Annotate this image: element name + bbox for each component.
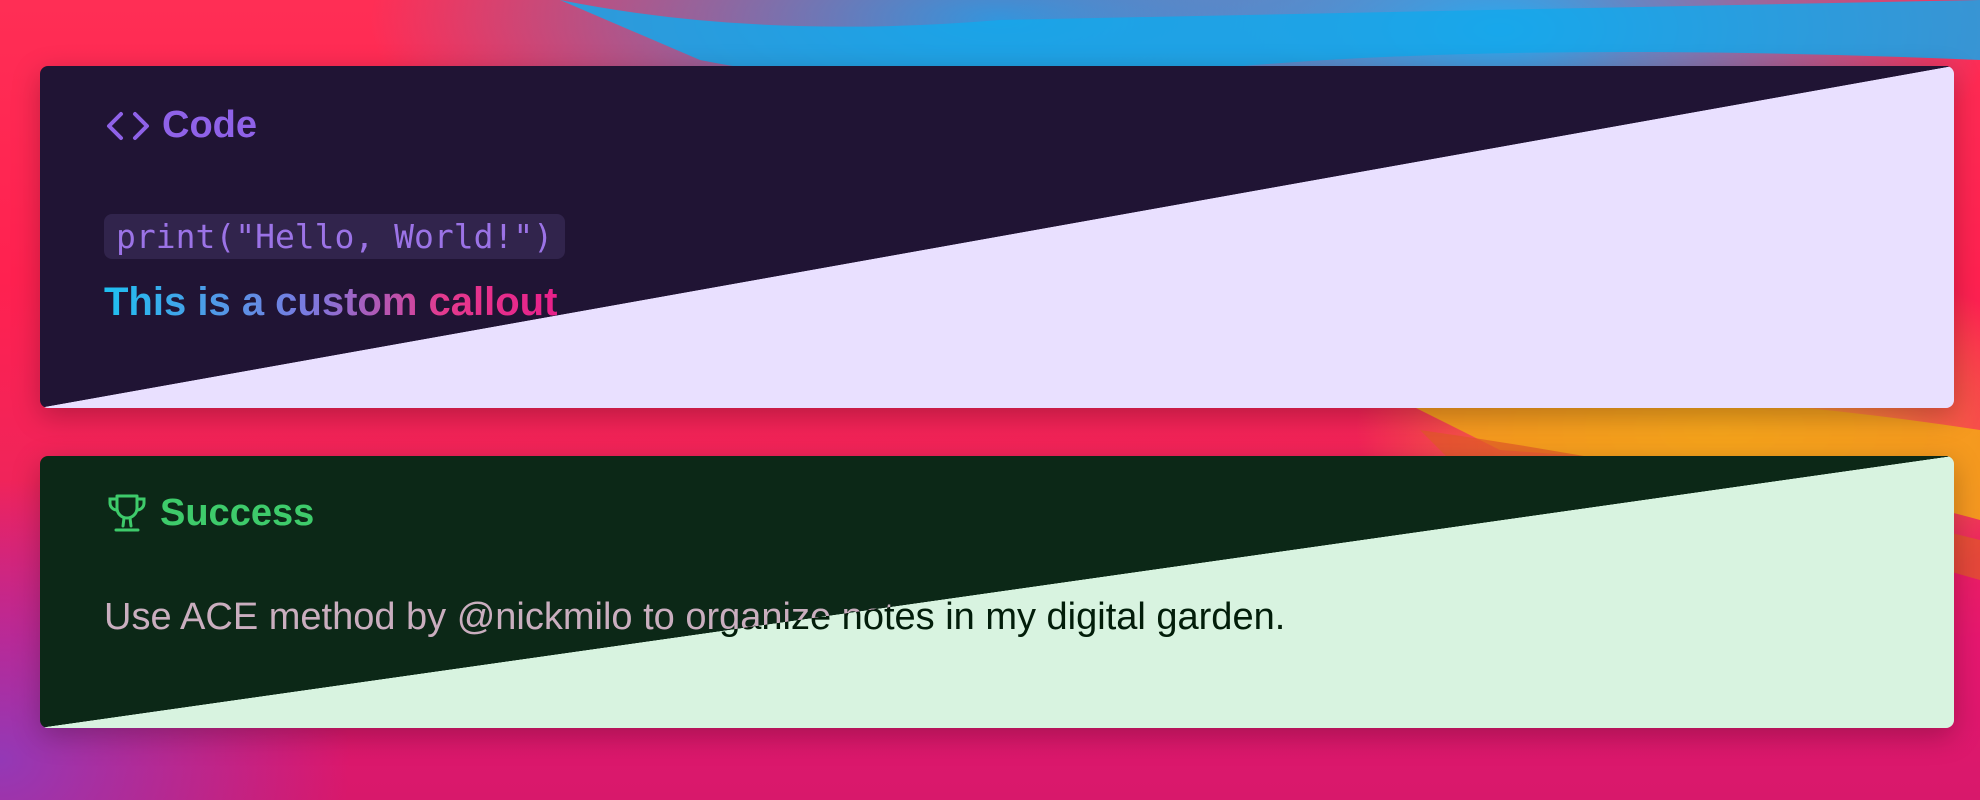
custom-callout-text: This is a custom callout — [104, 280, 558, 324]
code-callout-title-text: Code — [162, 104, 257, 146]
success-callout-title-text: Success — [160, 491, 315, 534]
success-callout: Success Use ACE method by @nickmilo to o… — [40, 456, 1954, 728]
success-callout-text: Use ACE method by @nickmilo to organize … — [104, 596, 1286, 638]
code-brackets-icon — [104, 107, 152, 145]
success-callout-body: Use ACE method by @nickmilo to organize … — [104, 596, 1285, 639]
inline-code-snippet: print("Hello, World!") — [104, 214, 566, 259]
success-callout-title: Success — [104, 490, 314, 536]
trophy-icon — [104, 490, 150, 536]
code-callout-title: Code — [104, 104, 257, 147]
code-callout: Code print("Hello, World!") This is a cu… — [40, 66, 1954, 408]
